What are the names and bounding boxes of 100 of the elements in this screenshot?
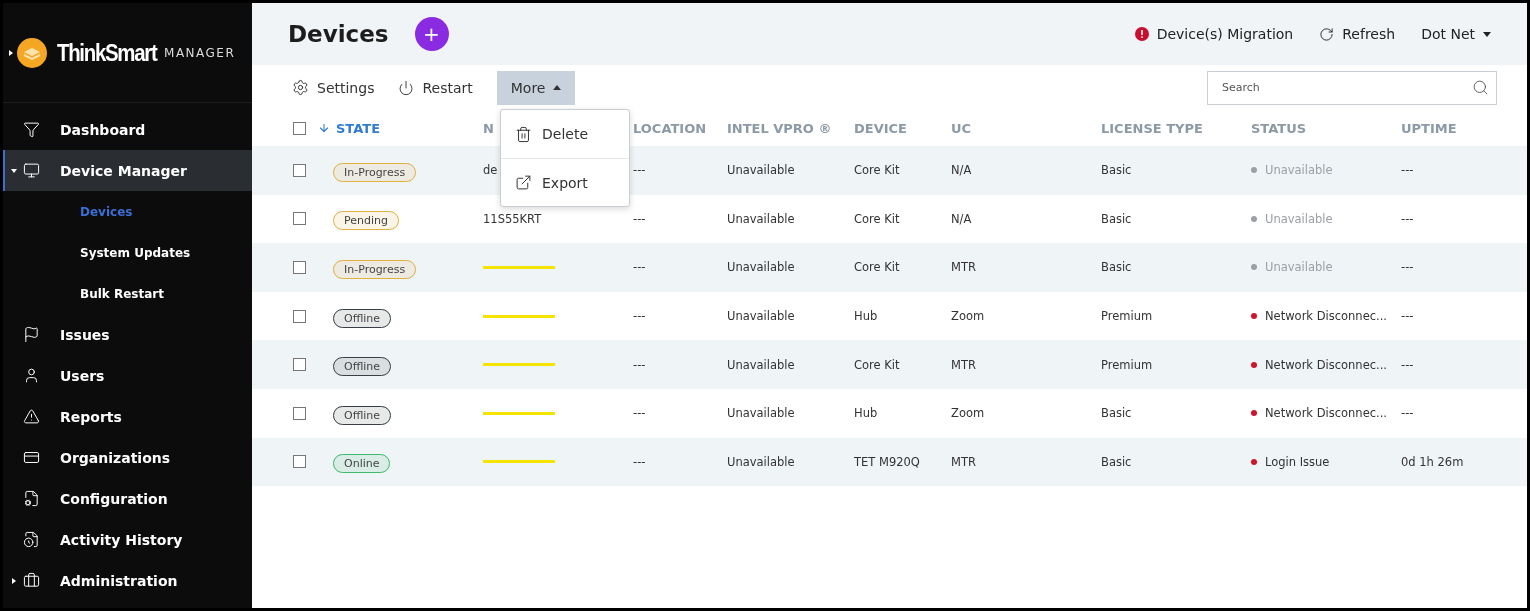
status-text: Login Issue	[1265, 454, 1330, 469]
table-cell-text: ---	[1401, 260, 1415, 275]
nav-subitem[interactable]: System Updates	[80, 245, 191, 260]
trash-icon	[515, 125, 532, 143]
table-cell: de	[483, 163, 498, 178]
table-cell-text: Premium	[1101, 309, 1154, 324]
table-cell-text: Basic	[1101, 163, 1133, 178]
nav-subitem[interactable]: Devices	[80, 204, 133, 219]
table-cell-text: N/A	[951, 163, 973, 178]
card-icon	[23, 449, 40, 466]
table-cell-text: ---	[633, 406, 647, 421]
table-cell-text: Unavailable	[727, 406, 796, 421]
state-badge: Pending	[333, 211, 399, 231]
table-cell-text: ---	[633, 357, 647, 372]
status-text: Unavailable	[1265, 211, 1333, 226]
status-text: Network Disconnec...	[1265, 357, 1387, 372]
table-cell-text: Basic	[1101, 211, 1133, 226]
table-cell-text: Unavailable	[727, 454, 796, 469]
state-badge: Offline	[333, 405, 392, 425]
nav-item[interactable]: Configuration	[3, 478, 252, 519]
table-cell-text: Core Kit	[854, 163, 901, 178]
file-clock-icon	[23, 531, 40, 548]
checkbox[interactable]	[293, 121, 306, 135]
table-cell-text: ---	[633, 211, 647, 226]
table-cell-text: ---	[633, 163, 647, 178]
table-cell-text: Core Kit	[854, 260, 901, 275]
state-badge: Offline	[333, 308, 392, 328]
settings-button[interactable]: Settings	[292, 70, 375, 105]
table-cell-text: ---	[633, 454, 647, 469]
table-cell-text: ---	[1401, 357, 1415, 372]
user-icon	[23, 367, 40, 384]
monitor-icon	[23, 162, 40, 179]
external-link-icon	[515, 174, 532, 191]
table-cell-text: ---	[633, 309, 647, 324]
checkbox[interactable]	[293, 455, 306, 469]
add-button[interactable]: +	[414, 17, 449, 51]
nav-item[interactable]: Administration	[3, 560, 252, 601]
table-cell-text: Unavailable	[727, 357, 796, 372]
flag-icon	[23, 326, 40, 343]
table-cell-text: Basic	[1101, 260, 1133, 275]
status-text: Network Disconnec...	[1265, 406, 1387, 421]
table-cell-text: Basic	[1101, 406, 1133, 421]
funnel-icon	[23, 121, 40, 138]
table-cell-text: MTR	[951, 260, 977, 275]
alert-icon	[1134, 27, 1149, 41]
state-badge: Offline	[333, 357, 392, 377]
status-text: Network Disconnec...	[1265, 309, 1387, 324]
table-cell-text: Zoom	[951, 309, 986, 324]
sort-arrow-icon	[318, 122, 330, 134]
caret-icon[interactable]	[11, 167, 17, 174]
table-cell-text: Hub	[854, 309, 879, 324]
migration-link[interactable]: Device(s) Migration	[1134, 26, 1294, 42]
nav-item[interactable]: Activity History	[3, 519, 252, 560]
table-cell-text: ---	[1401, 211, 1415, 226]
menu-item[interactable]: Export	[501, 158, 629, 206]
status-text: Unavailable	[1265, 260, 1333, 275]
nav-item[interactable]: Device Manager	[3, 150, 252, 191]
state-badge: In-Progress	[333, 260, 417, 279]
table-cell-text: Core Kit	[854, 211, 901, 226]
checkbox[interactable]	[293, 358, 306, 372]
account-menu[interactable]: Dot Net	[1421, 26, 1491, 42]
file-gear-icon	[23, 490, 40, 507]
table-cell-text: ---	[1401, 163, 1415, 178]
caret-icon[interactable]	[11, 577, 17, 584]
table-cell-text: Unavailable	[727, 309, 796, 324]
nav-subitem[interactable]: Bulk Restart	[80, 286, 164, 301]
refresh-icon	[1319, 26, 1335, 42]
table-cell-text: Core Kit	[854, 357, 901, 372]
page-title: Devices	[288, 21, 389, 47]
status-text: Unavailable	[1265, 163, 1333, 178]
menu-item[interactable]: Delete	[501, 110, 629, 158]
checkbox[interactable]	[293, 261, 306, 274]
column-header[interactable]: STATE	[318, 120, 483, 136]
brand-name: ThinkSmart	[57, 38, 157, 67]
more-button[interactable]: More	[496, 70, 576, 105]
table-cell-text: Hub	[854, 406, 879, 421]
checkbox[interactable]	[293, 309, 306, 323]
restart-button[interactable]: Restart	[398, 70, 473, 105]
table-cell-text: Unavailable	[727, 163, 796, 178]
nav-item[interactable]: Users	[3, 355, 252, 396]
table-cell-text: Zoom	[951, 406, 986, 421]
search-field[interactable]: Search	[1207, 70, 1497, 105]
caret-icon	[553, 85, 562, 90]
nav-item[interactable]: Reports	[3, 396, 252, 437]
nav-item[interactable]: Dashboard	[3, 109, 252, 150]
table-cell-text: ---	[1401, 406, 1415, 421]
state-badge: In-Progress	[333, 162, 417, 182]
caret-icon	[9, 49, 13, 56]
checkbox[interactable]	[293, 212, 306, 226]
nav-item[interactable]: Organizations	[3, 437, 252, 478]
table-cell-text: ---	[1401, 309, 1415, 324]
table-cell-text: Basic	[1101, 454, 1133, 469]
checkbox[interactable]	[293, 163, 306, 177]
state-badge: Online	[333, 454, 391, 474]
nav-item[interactable]: Issues	[3, 314, 252, 355]
settings-icon	[292, 79, 309, 96]
refresh-button[interactable]: Refresh	[1319, 26, 1396, 42]
table-cell-text: TET M920Q	[854, 454, 921, 469]
table-cell-text: Unavailable	[727, 260, 796, 275]
checkbox[interactable]	[293, 406, 306, 420]
